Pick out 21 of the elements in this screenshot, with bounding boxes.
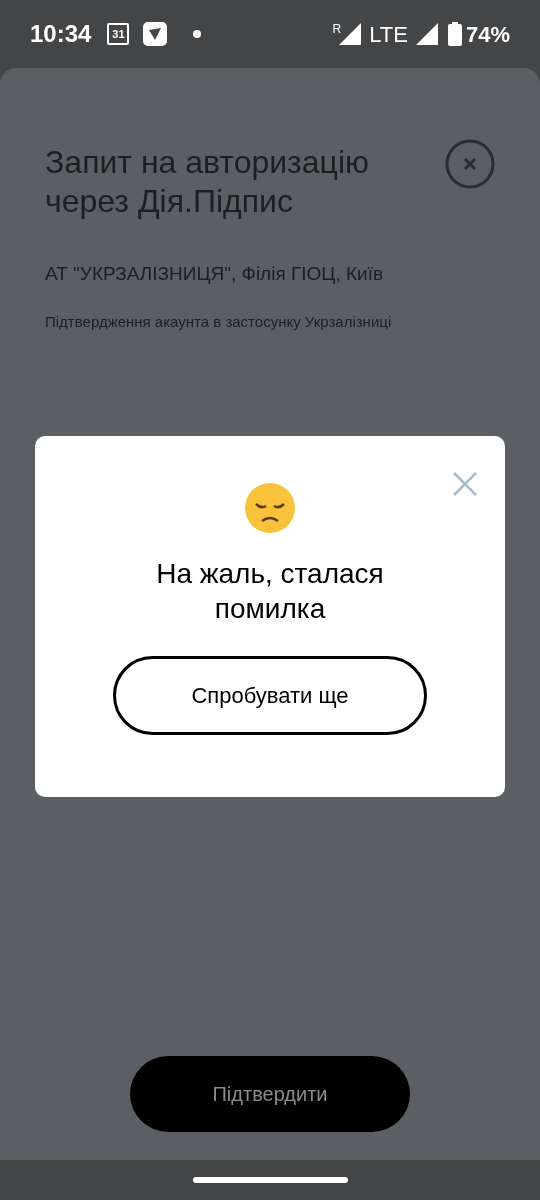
battery-percent: 74%	[465, 20, 510, 49]
calendar-icon: 31	[107, 23, 130, 45]
clock: 10:34	[30, 19, 92, 49]
signal-icon	[415, 23, 438, 45]
confirm-button[interactable]: Підтвердити	[130, 1056, 410, 1132]
network-label: LTE	[369, 20, 408, 49]
home-indicator[interactable]	[192, 1177, 348, 1183]
roaming-label: R	[332, 21, 342, 38]
battery-icon	[447, 22, 462, 46]
description-text: Підтвердження акаунта в застосунку Укрзалізниці	[45, 312, 393, 332]
retry-button[interactable]: Спробувати ще	[113, 656, 427, 735]
sad-face-icon	[244, 482, 296, 534]
close-button[interactable]	[452, 471, 478, 497]
error-title: На жаль, сталася помилка	[155, 557, 385, 626]
sheet-title: Запит на авторизацію через Дія.Підпис	[45, 143, 370, 221]
close-icon	[445, 139, 495, 189]
signal-icon	[339, 23, 362, 45]
organization-text: АТ "УКРЗАЛІЗНИЦЯ", Філія ГІОЦ, Київ	[45, 262, 384, 286]
dot-icon	[193, 30, 202, 38]
app-icon	[143, 22, 168, 46]
close-icon	[452, 471, 478, 497]
